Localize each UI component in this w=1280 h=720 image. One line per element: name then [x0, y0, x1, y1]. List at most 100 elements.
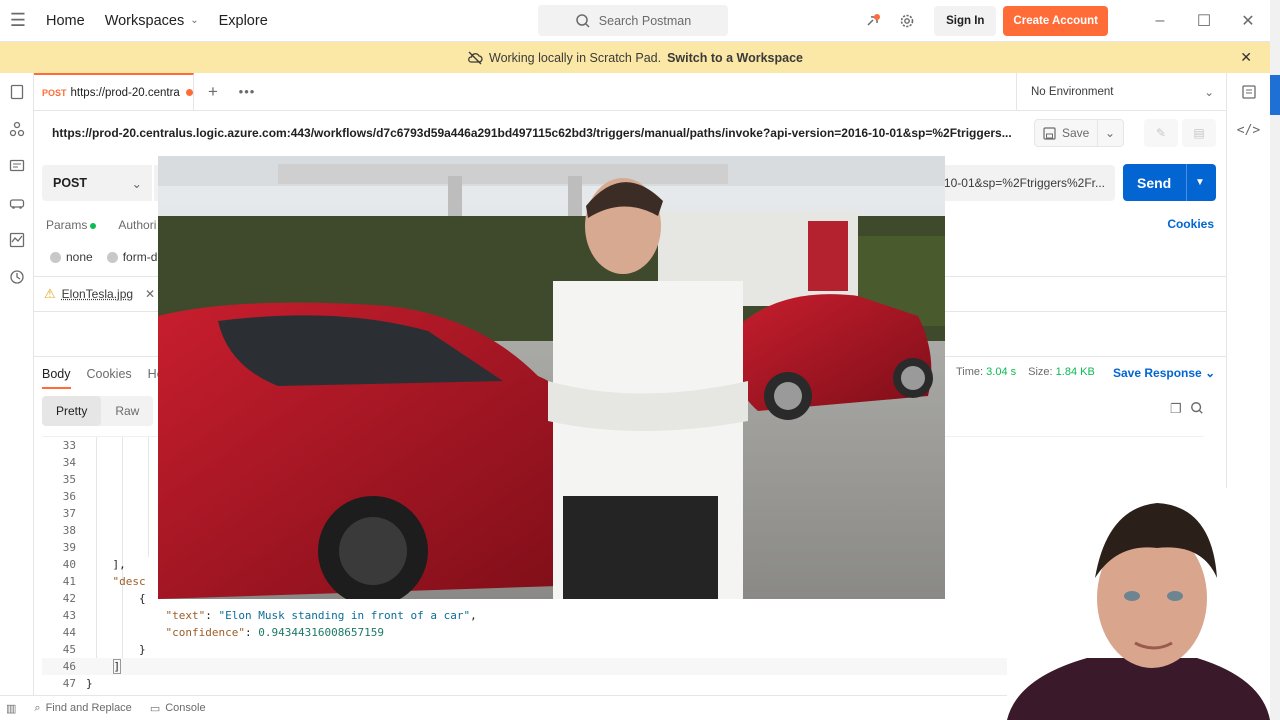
nav-workspaces-label: Workspaces — [104, 12, 185, 29]
tab-title: https://prod-20.centra — [70, 86, 180, 99]
method-select[interactable]: POST ⌄ — [42, 165, 152, 201]
search-box[interactable]: Search Postman — [538, 5, 728, 36]
line-number: 46 — [62, 660, 76, 673]
save-response-button[interactable]: Save Response ⌄ — [1113, 366, 1215, 380]
code-string: "Elon Musk standing in front of a car" — [218, 609, 471, 622]
documentation-icon[interactable]: ▤ — [1182, 119, 1216, 147]
sign-in-button[interactable]: Sign In — [934, 6, 997, 36]
tab-cookies[interactable]: Cookies — [87, 367, 132, 381]
sidebar-toggle-icon[interactable]: ▥ — [6, 702, 16, 715]
scrollbar[interactable] — [1270, 0, 1280, 720]
save-response-label: Save Response — [1113, 366, 1202, 380]
params-indicator-dot — [90, 222, 97, 229]
send-label: Send — [1137, 174, 1172, 191]
uploaded-image-preview — [158, 156, 945, 599]
scratch-pad-banner: Working locally in Scratch Pad. Switch t… — [0, 42, 1270, 73]
close-window-icon[interactable]: ✕ — [1226, 11, 1270, 31]
time-value: 3.04 s — [986, 366, 1017, 378]
create-account-button[interactable]: Create Account — [1003, 6, 1108, 36]
find-replace-button[interactable]: ⌕ Find and Replace — [34, 702, 131, 715]
line-number: 38 — [62, 524, 76, 537]
file-name[interactable]: ElonTesla.jpg — [60, 285, 139, 303]
cookies-link[interactable]: Cookies — [1167, 217, 1214, 231]
more-tabs-icon[interactable]: ••• — [232, 84, 262, 99]
request-title-row: https://prod-20.centralus.logic.azure.co… — [34, 111, 1226, 155]
tab-body[interactable]: Body — [42, 359, 71, 389]
collections-icon[interactable] — [0, 73, 34, 110]
code-text: ], — [112, 558, 126, 571]
presenter-photo — [1007, 488, 1270, 720]
response-size[interactable]: Size: 1.84 KB — [1028, 366, 1095, 378]
line-number: 45 — [62, 643, 76, 656]
history-icon[interactable] — [0, 258, 34, 295]
monitors-icon[interactable] — [0, 221, 34, 258]
save-button[interactable]: Save ⌄ — [1034, 119, 1124, 147]
code-text: } — [138, 643, 146, 656]
menu-icon[interactable]: ☰ — [0, 10, 36, 31]
code-text: { — [138, 592, 146, 605]
code-icon[interactable]: </> — [1227, 111, 1270, 149]
code-text: "desc — [112, 575, 146, 588]
view-pretty[interactable]: Pretty — [42, 396, 102, 426]
save-icon — [1043, 126, 1056, 140]
chevron-down-icon: ⌄ — [190, 15, 199, 26]
scrollbar-thumb[interactable] — [1270, 75, 1280, 115]
sync-status-icon[interactable] — [856, 4, 890, 38]
switch-workspace-link[interactable]: Switch to a Workspace — [667, 51, 803, 65]
tab-params[interactable]: Params — [46, 218, 97, 232]
code-text: } — [86, 677, 93, 690]
chevron-down-icon: ⌄ — [131, 176, 142, 191]
chevron-down-icon[interactable]: ⌄ — [1105, 126, 1115, 140]
line-number: 47 — [62, 677, 76, 690]
gear-icon[interactable] — [890, 4, 924, 38]
view-raw[interactable]: Raw — [101, 396, 153, 426]
mock-servers-icon[interactable] — [0, 184, 34, 221]
remove-file-icon[interactable]: ✕ — [143, 287, 155, 301]
console-label: Console — [165, 702, 206, 714]
response-actions: ❐ — [1170, 401, 1204, 417]
request-title[interactable]: https://prod-20.centralus.logic.azure.co… — [52, 126, 1012, 140]
pencil-icon[interactable]: ✎ — [1144, 119, 1178, 147]
radio-circle — [50, 251, 61, 263]
send-button[interactable]: Send ▼ — [1123, 164, 1216, 201]
minimize-icon[interactable]: – — [1138, 12, 1182, 30]
nav-explore[interactable]: Explore — [209, 13, 278, 29]
chevron-down-icon[interactable]: ▼ — [1195, 177, 1205, 188]
radio-circle — [106, 251, 118, 263]
top-bar: ☰ Home Workspaces ⌄ Explore Search Postma… — [0, 0, 1270, 42]
nav-home[interactable]: Home — [36, 13, 95, 29]
nav-workspaces[interactable]: Workspaces ⌄ — [95, 13, 209, 29]
response-time[interactable]: Time: 3.04 s — [956, 366, 1016, 378]
copy-icon[interactable]: ❐ — [1170, 401, 1182, 417]
code-key: "confidence" — [165, 626, 245, 639]
line-number: 35 — [62, 473, 76, 486]
radio-form-data[interactable]: form-d — [106, 250, 158, 264]
request-tab[interactable]: POST https://prod-20.centra — [34, 72, 194, 111]
search-icon[interactable] — [1190, 401, 1204, 415]
console-icon: ▭ — [149, 702, 161, 715]
save-label: Save — [1062, 126, 1090, 140]
tab-method: POST — [42, 87, 67, 98]
tab-authorization[interactable]: Authori — [118, 218, 156, 232]
environment-select[interactable]: No Environment ⌄ — [1016, 73, 1226, 111]
radio-none[interactable]: none — [50, 250, 93, 264]
response-meta: Time: 3.04 s Size: 1.84 KB — [956, 366, 1095, 378]
search-icon: ⌕ — [34, 701, 41, 714]
search-placeholder: Search Postman — [598, 13, 692, 28]
unsaved-dot — [185, 89, 193, 96]
body-type-options: none form-d — [34, 246, 157, 268]
maximize-icon[interactable]: ☐ — [1182, 11, 1226, 31]
time-label: Time: — [956, 366, 984, 378]
line-number: 33 — [62, 439, 76, 452]
environments-icon[interactable] — [0, 147, 34, 184]
nav-home-label: Home — [46, 12, 85, 29]
new-tab-icon[interactable]: + — [194, 82, 232, 102]
console-button[interactable]: ▭ Console — [150, 702, 206, 715]
environment-quick-look-icon[interactable] — [1227, 73, 1270, 111]
apis-icon[interactable] — [0, 110, 34, 147]
method-label: POST — [53, 176, 88, 190]
size-label: Size: — [1028, 366, 1053, 378]
radio-form-data-label: form-d — [122, 250, 158, 264]
radio-none-label: none — [66, 250, 93, 264]
close-icon[interactable]: ✕ — [1240, 49, 1252, 66]
